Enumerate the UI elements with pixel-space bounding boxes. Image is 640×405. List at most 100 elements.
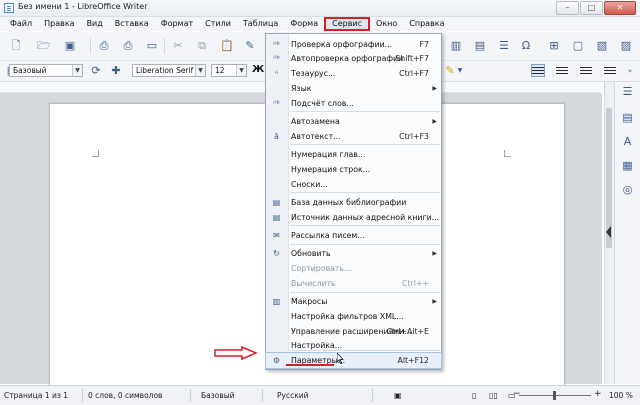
menu-item-bibliography-database[interactable]: ▤ База данных библиографии <box>266 195 441 210</box>
copy-icon[interactable]: ⧉ <box>196 40 208 52</box>
menu-item-autocorrect[interactable]: Автозамена ▶ <box>266 114 441 129</box>
menu-item-label: Вычислить <box>291 279 336 288</box>
menu-item-xml-filter-settings[interactable]: Настройка фильтров XML... <box>266 309 441 324</box>
zoom-in-icon[interactable]: + <box>594 389 602 399</box>
multi-page-view-icon[interactable]: ▯▯ <box>489 391 498 400</box>
overflow-icon[interactable]: » <box>624 65 636 77</box>
font-name-select[interactable]: Liberation Serif ▼ <box>132 64 206 77</box>
single-page-view-icon[interactable]: ▯ <box>472 391 476 400</box>
insert-hyperlink-icon[interactable]: ⊞ <box>548 40 560 52</box>
menu-separator <box>290 350 440 351</box>
page-style[interactable]: Базовый <box>201 391 235 400</box>
update-style-icon[interactable]: ⟳ <box>90 65 102 77</box>
zoom-level[interactable]: 100 % <box>609 391 633 400</box>
sidebar-collapse-handle[interactable] <box>606 226 611 238</box>
new-style-icon[interactable]: ✚ <box>110 65 122 77</box>
minimize-button[interactable]: – <box>556 1 579 15</box>
menu-item-line-numbering[interactable]: Нумерация строк... <box>266 162 441 177</box>
save-icon[interactable]: ▣ <box>64 40 76 52</box>
menu-format[interactable]: Формат <box>155 17 199 31</box>
insert-chart-icon[interactable]: ▥ <box>450 40 462 52</box>
font-size-select[interactable]: 12 ▼ <box>211 64 247 77</box>
menu-table[interactable]: Таблица <box>237 17 284 31</box>
word-count[interactable]: 0 слов, 0 символов <box>88 391 162 400</box>
menu-form[interactable]: Форма <box>284 17 324 31</box>
zoom-slider-handle[interactable] <box>553 391 556 400</box>
menu-item-address-book-source[interactable]: ▤ Источник данных адресной книги... <box>266 210 441 225</box>
print-icon[interactable]: ⎙ <box>122 40 134 52</box>
insert-comment-icon[interactable]: ▢ <box>572 40 584 52</box>
margin-corner-mark <box>92 150 99 157</box>
status-separator <box>190 389 191 402</box>
menu-item-label: Проверка орфографии... <box>291 40 393 49</box>
navigator-icon[interactable]: ◎ <box>621 184 634 196</box>
properties-icon[interactable]: ▤ <box>621 112 634 124</box>
paragraph-style-select[interactable]: Базовый ▼ <box>9 64 83 77</box>
menu-tools[interactable]: Сервис <box>324 17 371 31</box>
menu-item-autotext[interactable]: ā Автотекст... Ctrl+F3 <box>266 129 441 144</box>
hamburger-menu-icon[interactable]: ☰ <box>621 86 634 98</box>
menu-item-footnotes[interactable]: Сноски... <box>266 177 441 192</box>
close-button[interactable]: ✕ <box>604 1 636 15</box>
new-document-icon[interactable]: 🗋 <box>10 40 22 52</box>
styles-icon[interactable]: A <box>621 136 634 148</box>
menu-item-macros[interactable]: ▥ Макросы ▶ <box>266 294 441 309</box>
export-pdf-icon[interactable]: ⎙ <box>98 40 110 52</box>
document-modified-icon[interactable]: ▣ <box>394 391 402 400</box>
cut-icon[interactable]: ✂ <box>172 40 184 52</box>
sidebar-deck: ☰ ▤ A ▦ ◎ <box>614 82 640 384</box>
track-changes-icon[interactable]: ▧ <box>596 40 608 52</box>
gallery-icon[interactable]: ▦ <box>621 160 634 172</box>
open-folder-icon[interactable]: 🗁 <box>37 40 51 52</box>
draw-shapes-icon[interactable]: ▨ <box>620 40 632 52</box>
menu-view[interactable]: Вид <box>81 17 109 31</box>
status-bar: Страница 1 из 1 0 слов, 0 символов Базов… <box>0 385 640 405</box>
menu-edit[interactable]: Правка <box>38 17 80 31</box>
print-preview-icon[interactable]: ▭ <box>146 40 158 52</box>
red-arrow-annotation <box>214 346 258 360</box>
menu-bar: Файл Правка Вид Вставка Формат Стили Таб… <box>0 17 640 31</box>
menu-item-update[interactable]: ↻ Обновить ▶ <box>266 246 441 261</box>
insert-field-icon[interactable]: ▤ <box>474 40 486 52</box>
mail-merge-icon: ✉ <box>273 231 280 240</box>
menu-item-language[interactable]: Язык ▶ <box>266 81 441 96</box>
align-justify-icon[interactable] <box>604 65 616 76</box>
menu-styles[interactable]: Стили <box>199 17 237 31</box>
thesaurus-icon: ᴬ <box>274 69 279 78</box>
menu-item-spellcheck[interactable]: ᴬᵇ Проверка орфографии... F7 <box>266 37 441 52</box>
refresh-icon: ↻ <box>273 249 280 258</box>
insert-footnote-icon[interactable]: ☰ <box>498 40 510 52</box>
zoom-out-icon[interactable]: − <box>513 389 521 399</box>
bold-button[interactable]: Ж <box>252 64 264 75</box>
align-left-icon[interactable] <box>531 64 545 77</box>
menu-item-label: Источник данных адресной книги... <box>291 213 440 222</box>
menu-item-chapter-numbering[interactable]: Нумерация глав... <box>266 147 441 162</box>
align-center-icon[interactable] <box>556 65 568 76</box>
options-gear-icon: ⚙ <box>272 356 281 365</box>
status-separator <box>372 389 373 402</box>
align-right-icon[interactable] <box>580 65 592 76</box>
menu-item-label: Автотекст... <box>291 132 341 141</box>
paste-icon[interactable]: 📋 <box>220 40 234 52</box>
clone-formatting-icon[interactable]: ✎ <box>244 40 256 52</box>
menu-item-auto-spellcheck[interactable]: ᴬᵇ Автопроверка орфографии Shift+F7 <box>266 51 441 66</box>
submenu-arrow-icon: ▶ <box>432 85 437 92</box>
menu-item-extension-manager[interactable]: Управление расширениями... Ctrl+Alt+E <box>266 324 441 339</box>
font-name-value: Liberation Serif <box>136 66 194 75</box>
menu-item-calculate: Вычислить Ctrl++ <box>266 276 441 291</box>
menu-window[interactable]: Окно <box>370 17 403 31</box>
page-count[interactable]: Страница 1 из 1 <box>4 391 68 400</box>
menu-item-label: Обновить <box>291 249 331 258</box>
window-title: Без имени 1 - LibreOffice Writer <box>18 2 148 11</box>
insert-special-character-icon[interactable]: Ω <box>520 40 532 52</box>
menu-help[interactable]: Справка <box>403 17 450 31</box>
text-language[interactable]: Русский <box>277 391 309 400</box>
chevron-down-icon: ▼ <box>195 65 205 76</box>
menu-insert[interactable]: Вставка <box>109 17 155 31</box>
menu-item-thesaurus[interactable]: ᴬ Тезаурус... Ctrl+F7 <box>266 66 441 81</box>
menu-file[interactable]: Файл <box>4 17 38 31</box>
chevron-down-icon[interactable]: ▼ <box>454 65 466 77</box>
maximize-button[interactable]: □ <box>580 1 603 15</box>
menu-item-mail-merge[interactable]: ✉ Рассылка писем... <box>266 228 441 243</box>
menu-item-word-count[interactable]: ᴬᵇ Подсчёт слов... <box>266 96 441 111</box>
